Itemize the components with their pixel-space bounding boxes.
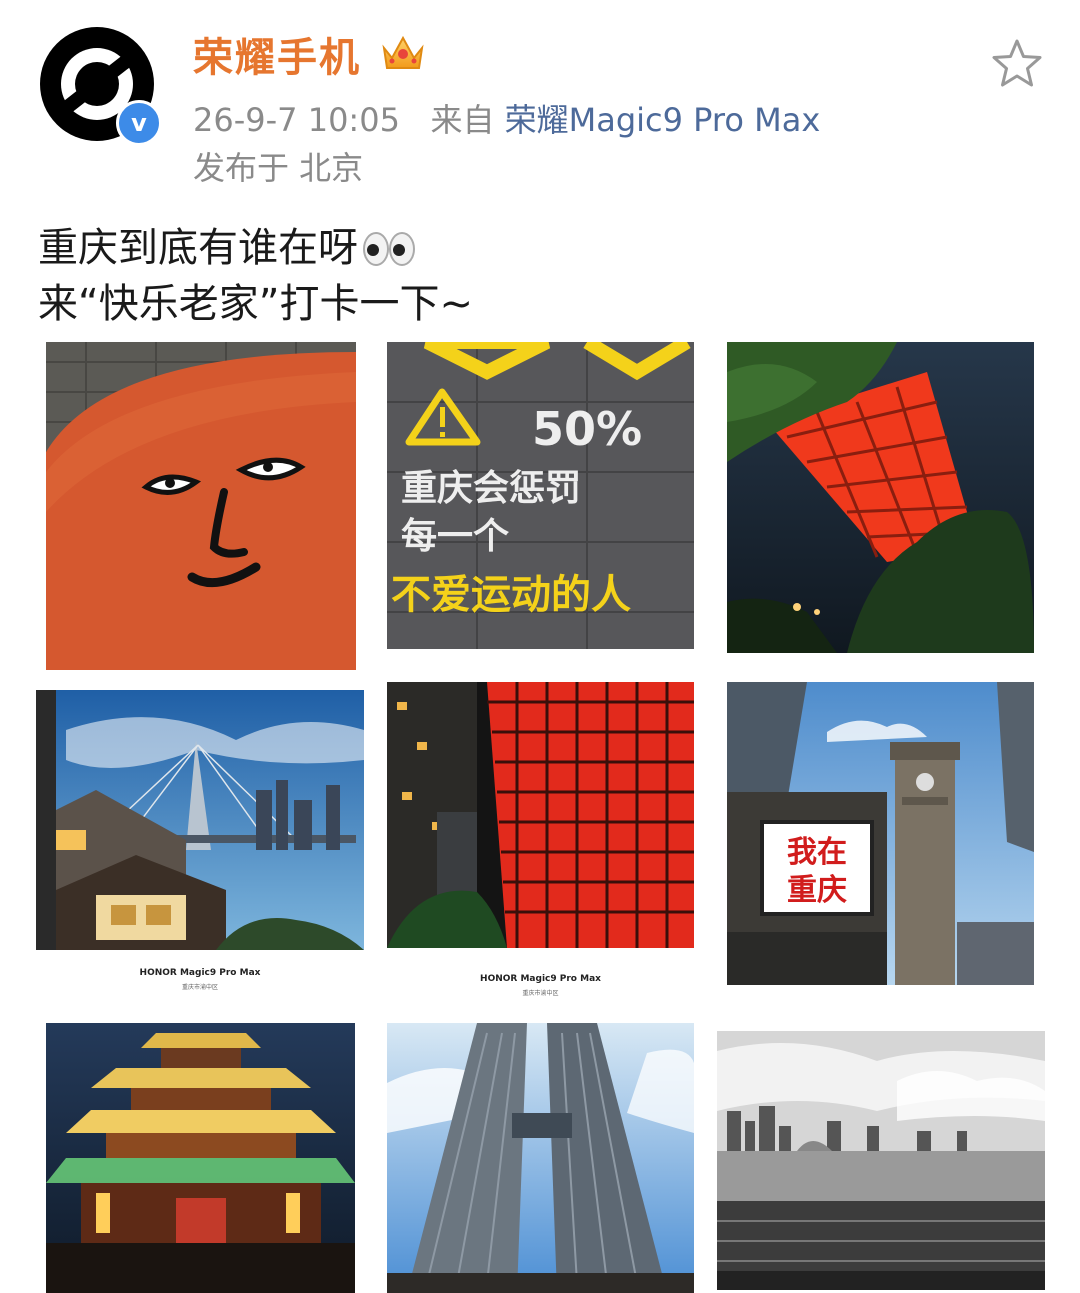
photo-monument-billboard[interactable]: 我在 重庆	[727, 682, 1034, 985]
slogan-illustration: 50% 重庆会惩罚 每一个 不爱运动的人	[387, 342, 694, 649]
caption-model: HONOR Magic9 Pro Max	[139, 968, 261, 978]
photo-street-slogan[interactable]: 50% 重庆会惩罚 每一个 不爱运动的人	[387, 342, 694, 649]
slogan-percent: 50%	[532, 402, 642, 456]
photo-orange-wall-face[interactable]	[46, 342, 356, 670]
source-link[interactable]: 荣耀Magic9 Pro Max	[505, 101, 821, 139]
slogan-line2: 每一个	[401, 516, 509, 557]
bridge-dusk-illustration	[36, 690, 364, 950]
post-meta: 26-9-7 10:05 来自 荣耀Magic9 Pro Max	[193, 95, 820, 141]
pavilion-illustration	[46, 1023, 355, 1293]
eyes-icon	[363, 232, 415, 266]
caption-location: 重庆市渝中区	[181, 984, 218, 991]
post-text: 重庆到底有谁在呀 来“快乐老家”打卡一下~	[38, 220, 473, 332]
photo-red-grid[interactable]	[387, 682, 694, 948]
photo-twin-towers[interactable]	[387, 1023, 694, 1293]
slogan-line3: 不爱运动的人	[391, 572, 631, 618]
photo-bw-river[interactable]	[717, 1031, 1045, 1290]
photo-pavilion-night[interactable]	[46, 1023, 355, 1293]
photo-caption: HONOR Magic9 Pro Max 重庆市渝中区	[387, 974, 694, 997]
twin-towers-illustration	[387, 1023, 694, 1293]
author-name[interactable]: 荣耀手机	[193, 25, 361, 83]
red-grid-illustration	[387, 682, 694, 948]
billboard-line2: 重庆	[787, 873, 847, 908]
verified-icon: v	[116, 100, 162, 146]
photo-caption: HONOR Magic9 Pro Max 重庆市渝中区	[36, 968, 364, 991]
caption-model: HONOR Magic9 Pro Max	[480, 974, 601, 984]
photo-bridge-dusk[interactable]	[36, 690, 364, 950]
photo-red-bridge[interactable]	[727, 342, 1034, 653]
billboard-line1: 我在	[787, 835, 847, 870]
face-painting-illustration	[46, 342, 356, 670]
from-label: 来自	[430, 101, 495, 139]
slogan-line1: 重庆会惩罚	[401, 468, 581, 509]
red-bridge-illustration	[727, 342, 1034, 653]
post-text-line2: 来“快乐老家”打卡一下~	[38, 281, 473, 327]
bw-river-illustration	[717, 1031, 1045, 1290]
monument-illustration: 我在 重庆	[727, 682, 1034, 985]
post-text-line1: 重庆到底有谁在呀	[38, 225, 358, 271]
location: 发布于 北京	[193, 149, 364, 187]
star-icon[interactable]	[990, 38, 1044, 88]
timestamp: 26-9-7 10:05	[193, 101, 400, 139]
crown-icon	[382, 35, 424, 69]
caption-location: 重庆市渝中区	[522, 990, 559, 997]
